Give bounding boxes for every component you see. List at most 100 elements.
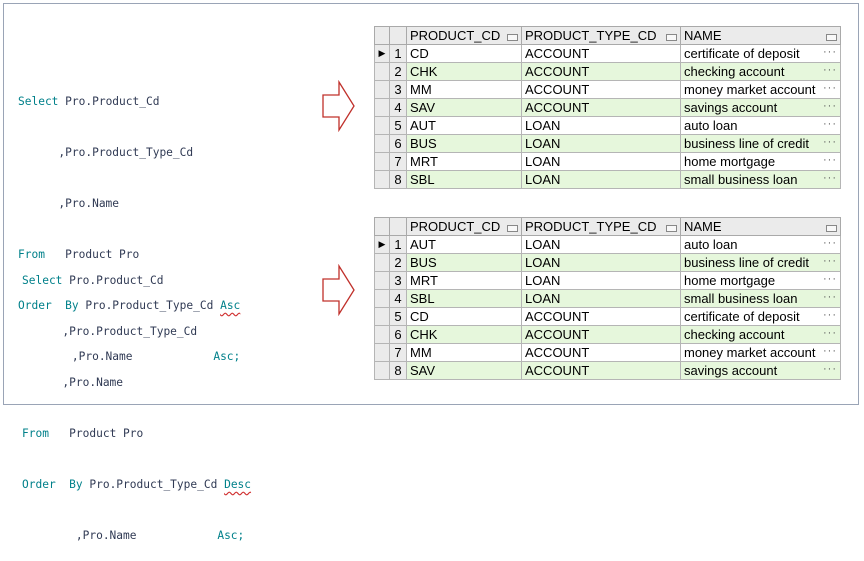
table-row[interactable]: 6 CHK ACCOUNT ··· checking account bbox=[374, 325, 841, 344]
table-row[interactable]: 8 SBL LOAN ··· small business loan bbox=[374, 170, 841, 189]
column-dropdown-icon[interactable] bbox=[666, 225, 677, 232]
row-number[interactable]: 7 bbox=[389, 343, 407, 362]
cell-product-cd[interactable]: AUT bbox=[406, 235, 522, 254]
cell-name[interactable]: ··· money market account bbox=[680, 80, 841, 99]
cell-product-type-cd[interactable]: ACCOUNT bbox=[521, 361, 681, 380]
column-dropdown-icon[interactable] bbox=[507, 225, 518, 232]
cell-product-type-cd[interactable]: LOAN bbox=[521, 271, 681, 290]
row-indicator[interactable] bbox=[374, 98, 390, 117]
cell-ellipsis-button[interactable]: ··· bbox=[823, 46, 840, 58]
cell-product-type-cd[interactable]: ACCOUNT bbox=[521, 325, 681, 344]
row-indicator[interactable] bbox=[374, 289, 390, 308]
row-indicator[interactable] bbox=[374, 134, 390, 153]
cell-product-cd[interactable]: SAV bbox=[406, 361, 522, 380]
cell-ellipsis-button[interactable]: ··· bbox=[823, 363, 840, 375]
cell-product-cd[interactable]: SBL bbox=[406, 289, 522, 308]
table-row[interactable]: 6 BUS LOAN ··· business line of credit bbox=[374, 134, 841, 153]
cell-product-cd[interactable]: CD bbox=[406, 44, 522, 63]
row-indicator[interactable] bbox=[374, 307, 390, 326]
cell-product-type-cd[interactable]: LOAN bbox=[521, 134, 681, 153]
row-number[interactable]: 2 bbox=[389, 62, 407, 81]
column-header[interactable]: NAME bbox=[680, 26, 841, 45]
cell-product-type-cd[interactable]: ACCOUNT bbox=[521, 343, 681, 362]
row-indicator[interactable] bbox=[374, 361, 390, 380]
cell-ellipsis-button[interactable]: ··· bbox=[823, 118, 840, 130]
column-dropdown-icon[interactable] bbox=[666, 34, 677, 41]
row-indicator[interactable] bbox=[374, 343, 390, 362]
cell-product-cd[interactable]: MRT bbox=[406, 271, 522, 290]
row-number[interactable]: 8 bbox=[389, 170, 407, 189]
cell-name[interactable]: ··· savings account bbox=[680, 98, 841, 117]
table-row[interactable]: 4 SBL LOAN ··· small business loan bbox=[374, 289, 841, 308]
column-dropdown-icon[interactable] bbox=[826, 225, 837, 232]
cell-name[interactable]: ··· savings account bbox=[680, 361, 841, 380]
row-number[interactable]: 6 bbox=[389, 325, 407, 344]
table-row[interactable]: ▶ 1 AUT LOAN ··· auto loan bbox=[374, 235, 841, 254]
cell-product-type-cd[interactable]: ACCOUNT bbox=[521, 80, 681, 99]
cell-product-cd[interactable]: MM bbox=[406, 80, 522, 99]
cell-product-type-cd[interactable]: ACCOUNT bbox=[521, 44, 681, 63]
cell-ellipsis-button[interactable]: ··· bbox=[823, 64, 840, 76]
cell-ellipsis-button[interactable]: ··· bbox=[823, 100, 840, 112]
cell-product-cd[interactable]: SAV bbox=[406, 98, 522, 117]
row-number[interactable]: 2 bbox=[389, 253, 407, 272]
column-dropdown-icon[interactable] bbox=[826, 34, 837, 41]
cell-product-cd[interactable]: AUT bbox=[406, 116, 522, 135]
cell-product-type-cd[interactable]: ACCOUNT bbox=[521, 62, 681, 81]
cell-name[interactable]: ··· small business loan bbox=[680, 170, 841, 189]
table-row[interactable]: 2 BUS LOAN ··· business line of credit bbox=[374, 253, 841, 272]
column-header[interactable]: PRODUCT_CD bbox=[406, 217, 522, 236]
column-header[interactable]: NAME bbox=[680, 217, 841, 236]
cell-name[interactable]: ··· small business loan bbox=[680, 289, 841, 308]
table-row[interactable]: ▶ 1 CD ACCOUNT ··· certificate of deposit bbox=[374, 44, 841, 63]
row-number[interactable]: 3 bbox=[389, 80, 407, 99]
cell-ellipsis-button[interactable]: ··· bbox=[823, 154, 840, 166]
cell-ellipsis-button[interactable]: ··· bbox=[823, 172, 840, 184]
table-row[interactable]: 3 MRT LOAN ··· home mortgage bbox=[374, 271, 841, 290]
cell-product-type-cd[interactable]: LOAN bbox=[521, 116, 681, 135]
cell-product-type-cd[interactable]: LOAN bbox=[521, 170, 681, 189]
cell-product-type-cd[interactable]: LOAN bbox=[521, 235, 681, 254]
cell-name[interactable]: ··· business line of credit bbox=[680, 253, 841, 272]
row-number[interactable]: 5 bbox=[389, 116, 407, 135]
cell-product-type-cd[interactable]: LOAN bbox=[521, 289, 681, 308]
row-number[interactable]: 4 bbox=[389, 98, 407, 117]
cell-name[interactable]: ··· certificate of deposit bbox=[680, 44, 841, 63]
row-number[interactable]: 8 bbox=[389, 361, 407, 380]
cell-product-type-cd[interactable]: ACCOUNT bbox=[521, 307, 681, 326]
current-row-indicator-icon[interactable]: ▶ bbox=[374, 235, 390, 254]
column-header[interactable]: PRODUCT_CD bbox=[406, 26, 522, 45]
cell-product-cd[interactable]: MM bbox=[406, 343, 522, 362]
cell-product-cd[interactable]: BUS bbox=[406, 253, 522, 272]
cell-name[interactable]: ··· home mortgage bbox=[680, 152, 841, 171]
row-number[interactable]: 1 bbox=[389, 44, 407, 63]
cell-ellipsis-button[interactable]: ··· bbox=[823, 273, 840, 285]
table-row[interactable]: 5 AUT LOAN ··· auto loan bbox=[374, 116, 841, 135]
cell-product-cd[interactable]: BUS bbox=[406, 134, 522, 153]
cell-name[interactable]: ··· checking account bbox=[680, 62, 841, 81]
column-header[interactable]: PRODUCT_TYPE_CD bbox=[521, 217, 681, 236]
cell-product-type-cd[interactable]: ACCOUNT bbox=[521, 98, 681, 117]
row-number[interactable]: 5 bbox=[389, 307, 407, 326]
cell-name[interactable]: ··· certificate of deposit bbox=[680, 307, 841, 326]
table-row[interactable]: 8 SAV ACCOUNT ··· savings account bbox=[374, 361, 841, 380]
row-indicator[interactable] bbox=[374, 116, 390, 135]
row-indicator[interactable] bbox=[374, 325, 390, 344]
cell-ellipsis-button[interactable]: ··· bbox=[823, 255, 840, 267]
row-indicator[interactable] bbox=[374, 62, 390, 81]
row-number[interactable]: 7 bbox=[389, 152, 407, 171]
cell-ellipsis-button[interactable]: ··· bbox=[823, 237, 840, 249]
cell-name[interactable]: ··· auto loan bbox=[680, 235, 841, 254]
row-number[interactable]: 3 bbox=[389, 271, 407, 290]
cell-product-cd[interactable]: CD bbox=[406, 307, 522, 326]
cell-name[interactable]: ··· home mortgage bbox=[680, 271, 841, 290]
cell-ellipsis-button[interactable]: ··· bbox=[823, 345, 840, 357]
table-row[interactable]: 7 MM ACCOUNT ··· money market account bbox=[374, 343, 841, 362]
table-row[interactable]: 7 MRT LOAN ··· home mortgage bbox=[374, 152, 841, 171]
cell-product-cd[interactable]: CHK bbox=[406, 325, 522, 344]
cell-name[interactable]: ··· business line of credit bbox=[680, 134, 841, 153]
row-number[interactable]: 4 bbox=[389, 289, 407, 308]
column-header[interactable]: PRODUCT_TYPE_CD bbox=[521, 26, 681, 45]
cell-ellipsis-button[interactable]: ··· bbox=[823, 82, 840, 94]
cell-ellipsis-button[interactable]: ··· bbox=[823, 136, 840, 148]
